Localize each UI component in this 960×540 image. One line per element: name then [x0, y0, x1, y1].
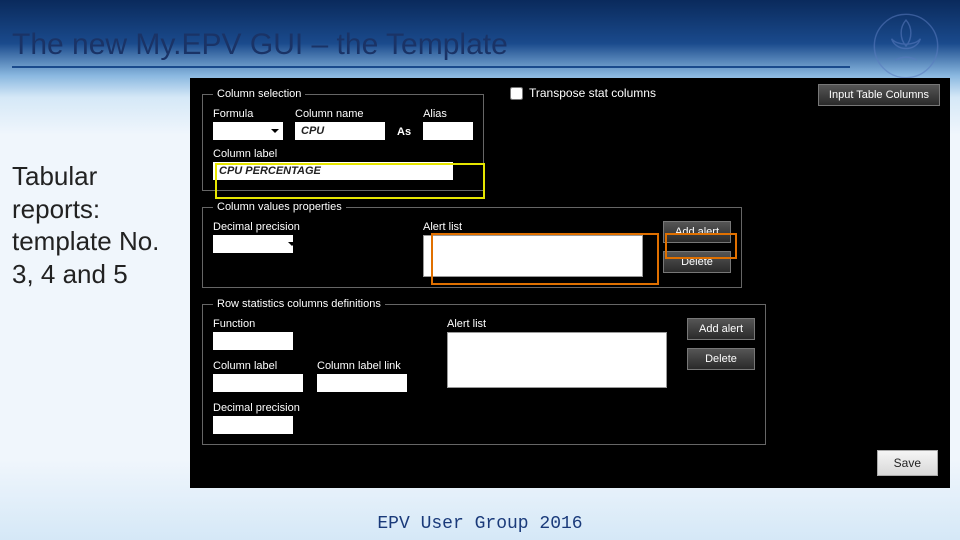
as-label: As [397, 126, 411, 140]
decimal-precision-select[interactable] [213, 235, 293, 253]
label-column-label: Column label [213, 148, 473, 160]
transpose-checkbox[interactable]: Transpose stat columns [510, 86, 656, 100]
title-bar: The new My.EPV GUI – the Template [12, 28, 850, 68]
side-description: Tabular reports: template No. 3, 4 and 5 [12, 160, 177, 290]
alias-input[interactable] [423, 122, 473, 140]
rs-column-label-input[interactable] [213, 374, 303, 392]
legend-column-selection: Column selection [213, 88, 305, 100]
group-column-values: Column values properties Decimal precisi… [202, 201, 742, 288]
label-rs-column-label: Column label [213, 360, 303, 372]
rs-alert-list-box[interactable] [447, 332, 667, 388]
add-alert-button[interactable]: Add alert [663, 221, 731, 243]
label-decimal-precision: Decimal precision [213, 221, 300, 233]
legend-column-values: Column values properties [213, 201, 346, 213]
formula-select[interactable] [213, 122, 283, 140]
legend-row-stats: Row statistics columns definitions [213, 298, 385, 310]
group-row-stats: Row statistics columns definitions Funct… [202, 298, 766, 445]
save-button[interactable]: Save [877, 450, 938, 476]
emblem-icon [870, 10, 942, 82]
footer-text: EPV User Group 2016 [0, 514, 960, 534]
alert-list-box[interactable] [423, 235, 643, 277]
function-select[interactable] [213, 332, 293, 350]
slide-title: The new My.EPV GUI – the Template [12, 28, 850, 62]
label-rs-decimal: Decimal precision [213, 402, 407, 414]
label-function: Function [213, 318, 407, 330]
label-rs-alert-list: Alert list [447, 318, 667, 330]
label-rs-column-label-link: Column label link [317, 360, 407, 372]
delete-button[interactable]: Delete [663, 251, 731, 273]
label-alert-list: Alert list [423, 221, 643, 233]
rs-delete-button[interactable]: Delete [687, 348, 755, 370]
column-label-value[interactable]: CPU PERCENTAGE [213, 162, 453, 180]
app-panel: Transpose stat columns Input Table Colum… [190, 78, 950, 488]
group-column-selection: Column selection Formula Column name CPU… [202, 88, 484, 191]
label-column-name: Column name [295, 108, 385, 120]
rs-add-alert-button[interactable]: Add alert [687, 318, 755, 340]
rs-column-label-link-input[interactable] [317, 374, 407, 392]
label-alias: Alias [423, 108, 473, 120]
input-table-columns-button[interactable]: Input Table Columns [818, 84, 940, 106]
label-formula: Formula [213, 108, 283, 120]
rs-decimal-select[interactable] [213, 416, 293, 434]
transpose-input[interactable] [510, 87, 523, 100]
transpose-label: Transpose stat columns [529, 86, 656, 100]
column-name-value[interactable]: CPU [295, 122, 385, 140]
